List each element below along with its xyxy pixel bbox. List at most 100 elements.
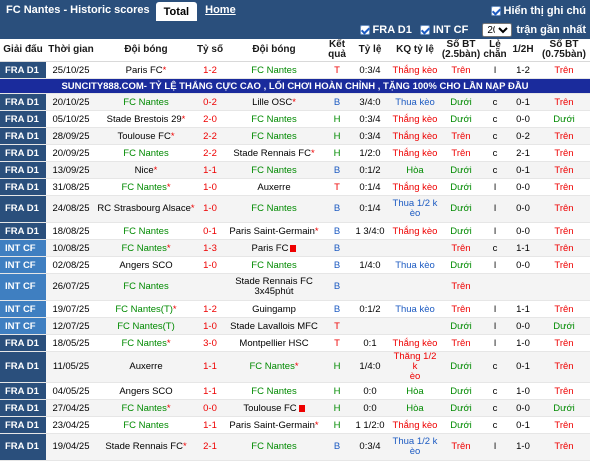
home-team[interactable]: FC Nantes(T)* (96, 301, 196, 318)
home-team[interactable]: FC Nantes (96, 145, 196, 162)
checkbox-icon[interactable] (420, 25, 430, 35)
ad-banner-text[interactable]: SUNCITY888.COM- TỶ LỆ THẮNG CỰC CAO , LỐ… (0, 79, 590, 94)
away-team[interactable]: FC Nantes (224, 162, 324, 179)
odds-cell: 0:0 (350, 383, 390, 400)
checkbox-icon[interactable] (491, 6, 501, 16)
over-under-cell: Trên (440, 62, 482, 79)
away-team[interactable]: Stade Rennais FC3x45phút (224, 274, 324, 301)
over-under-075-cell: Dưới (538, 111, 590, 128)
home-team[interactable]: FC Nantes(T) (96, 318, 196, 335)
result-cell: H (324, 145, 350, 162)
table-row[interactable]: FRA D118/08/25FC Nantes0-1Paris Saint-Ge… (0, 223, 590, 240)
table-row[interactable]: FRA D104/05/25Angers SCO1-1FC NantesH0:0… (0, 383, 590, 400)
home-team[interactable]: Angers SCO (96, 383, 196, 400)
half-time-cell: 1-2 (508, 62, 538, 79)
home-team[interactable]: FC Nantes (96, 417, 196, 434)
filter-fra-d1[interactable]: FRA D1 (360, 24, 412, 36)
result-cell: T (324, 335, 350, 352)
favorite-star-icon: * (167, 182, 171, 193)
home-team[interactable]: Nice* (96, 162, 196, 179)
table-row[interactable]: INT CF19/07/25FC Nantes(T)*1-2GuingampB0… (0, 301, 590, 318)
competition-cell: FRA D1 (0, 111, 46, 128)
half-time-cell: 0-0 (508, 196, 538, 223)
table-row[interactable]: INT CF12/07/25FC Nantes(T)1-0Stade Laval… (0, 318, 590, 335)
away-team[interactable]: Stade Rennais FC* (224, 145, 324, 162)
away-team[interactable]: Montpellier HSC (224, 335, 324, 352)
checkbox-icon[interactable] (360, 25, 370, 35)
score-cell: 2-0 (196, 111, 224, 128)
table-row[interactable]: FRA D111/05/25Auxerre1-1FC Nantes*H1/4:0… (0, 352, 590, 383)
away-team[interactable]: Auxerre (224, 179, 324, 196)
show-detail-toggle[interactable]: Hiển thị ghi chú (491, 0, 590, 21)
away-team[interactable]: Paris Saint-Germain* (224, 417, 324, 434)
home-team[interactable]: Auxerre (96, 352, 196, 383)
home-team[interactable]: FC Nantes (96, 223, 196, 240)
away-team[interactable]: Paris Saint-Germain* (224, 223, 324, 240)
home-team-label: FC Nantes(T) (117, 321, 175, 332)
away-team[interactable]: FC Nantes (224, 62, 324, 79)
table-row[interactable]: FRA D127/04/25FC Nantes*0-0Toulouse FCH0… (0, 400, 590, 417)
away-team[interactable]: Lille OSC* (224, 94, 324, 111)
favorite-star-icon: * (171, 131, 175, 142)
odds-result-cell: Thắng kèo (390, 223, 440, 240)
match-count-select[interactable]: 20 (482, 23, 512, 37)
away-team[interactable]: Paris FC (224, 240, 324, 257)
competition-cell: FRA D1 (0, 417, 46, 434)
ad-banner-row[interactable]: SUNCITY888.COM- TỶ LỆ THẮNG CỰC CAO , LỐ… (0, 79, 590, 94)
home-team[interactable]: FC Nantes* (96, 240, 196, 257)
away-team-label: FC Nantes (251, 441, 296, 452)
table-row[interactable]: FRA D113/09/25Nice*1-1FC NantesB0:1/2Hòa… (0, 162, 590, 179)
favorite-star-icon: * (183, 441, 187, 452)
table-row[interactable]: FRA D120/09/25FC Nantes2-2Stade Rennais … (0, 145, 590, 162)
away-team[interactable]: FC Nantes (224, 257, 324, 274)
score-cell: 1-0 (196, 179, 224, 196)
odds-result-cell: Hòa (390, 383, 440, 400)
home-team[interactable]: FC Nantes (96, 94, 196, 111)
table-row[interactable]: INT CF02/08/25Angers SCO1-0FC NantesB1/4… (0, 257, 590, 274)
competition-cell: INT CF (0, 257, 46, 274)
table-row[interactable]: FRA D118/05/25FC Nantes*3-0Montpellier H… (0, 335, 590, 352)
away-team-label: Stade Rennais FC (233, 148, 311, 159)
table-row[interactable]: INT CF10/08/25FC Nantes*1-3Paris FCBTrên… (0, 240, 590, 257)
competition-cell: INT CF (0, 240, 46, 257)
odd-even-cell (482, 274, 508, 301)
table-row[interactable]: FRA D123/04/25FC Nantes1-1Paris Saint-Ge… (0, 417, 590, 434)
result-cell: H (324, 383, 350, 400)
home-team[interactable]: FC Nantes* (96, 335, 196, 352)
date-cell: 31/08/25 (46, 179, 96, 196)
home-team[interactable]: Angers SCO (96, 257, 196, 274)
table-row[interactable]: FRA D125/10/25Paris FC*1-2FC NantesT0:3/… (0, 62, 590, 79)
away-team[interactable]: Stade Lavallois MFC (224, 318, 324, 335)
home-team[interactable]: Toulouse FC* (96, 128, 196, 145)
odd-even-cell: c (482, 352, 508, 383)
table-row[interactable]: INT CF26/07/25FC NantesStade Rennais FC3… (0, 274, 590, 301)
half-time-cell: 0-1 (508, 94, 538, 111)
tab-total[interactable]: Total (156, 2, 197, 21)
away-team[interactable]: FC Nantes (224, 383, 324, 400)
over-under-075-cell: Dưới (538, 400, 590, 417)
home-team-label: Auxerre (129, 361, 162, 372)
score-cell: 2-2 (196, 128, 224, 145)
home-team[interactable]: FC Nantes* (96, 400, 196, 417)
away-team-label: FC Nantes (251, 260, 296, 271)
table-row[interactable]: FRA D120/10/25FC Nantes0-2Lille OSC*B3/4… (0, 94, 590, 111)
table-row[interactable]: FRA D105/10/25Stade Brestois 29*2-0FC Na… (0, 111, 590, 128)
away-team[interactable]: FC Nantes* (224, 352, 324, 383)
table-row[interactable]: FRA D131/08/25FC Nantes*1-0AuxerreT0:1/4… (0, 179, 590, 196)
away-team[interactable]: Guingamp (224, 301, 324, 318)
date-cell: 18/05/25 (46, 335, 96, 352)
home-team[interactable]: Stade Brestois 29* (96, 111, 196, 128)
home-team[interactable]: Paris FC* (96, 62, 196, 79)
away-team[interactable]: FC Nantes (224, 196, 324, 223)
away-team[interactable]: Toulouse FC (224, 400, 324, 417)
tab-home[interactable]: Home (197, 0, 244, 21)
filter-int-cf-label: INT CF (433, 24, 468, 36)
home-team[interactable]: FC Nantes (96, 274, 196, 301)
home-team[interactable]: RC Strasbourg Alsace* (96, 196, 196, 223)
table-row[interactable]: FRA D124/08/25RC Strasbourg Alsace*1-0FC… (0, 196, 590, 223)
away-team[interactable]: FC Nantes (224, 128, 324, 145)
filter-int-cf[interactable]: INT CF (420, 24, 468, 36)
table-row[interactable]: FRA D128/09/25Toulouse FC*2-2FC NantesH0… (0, 128, 590, 145)
home-team[interactable]: FC Nantes* (96, 179, 196, 196)
away-team[interactable]: FC Nantes (224, 111, 324, 128)
